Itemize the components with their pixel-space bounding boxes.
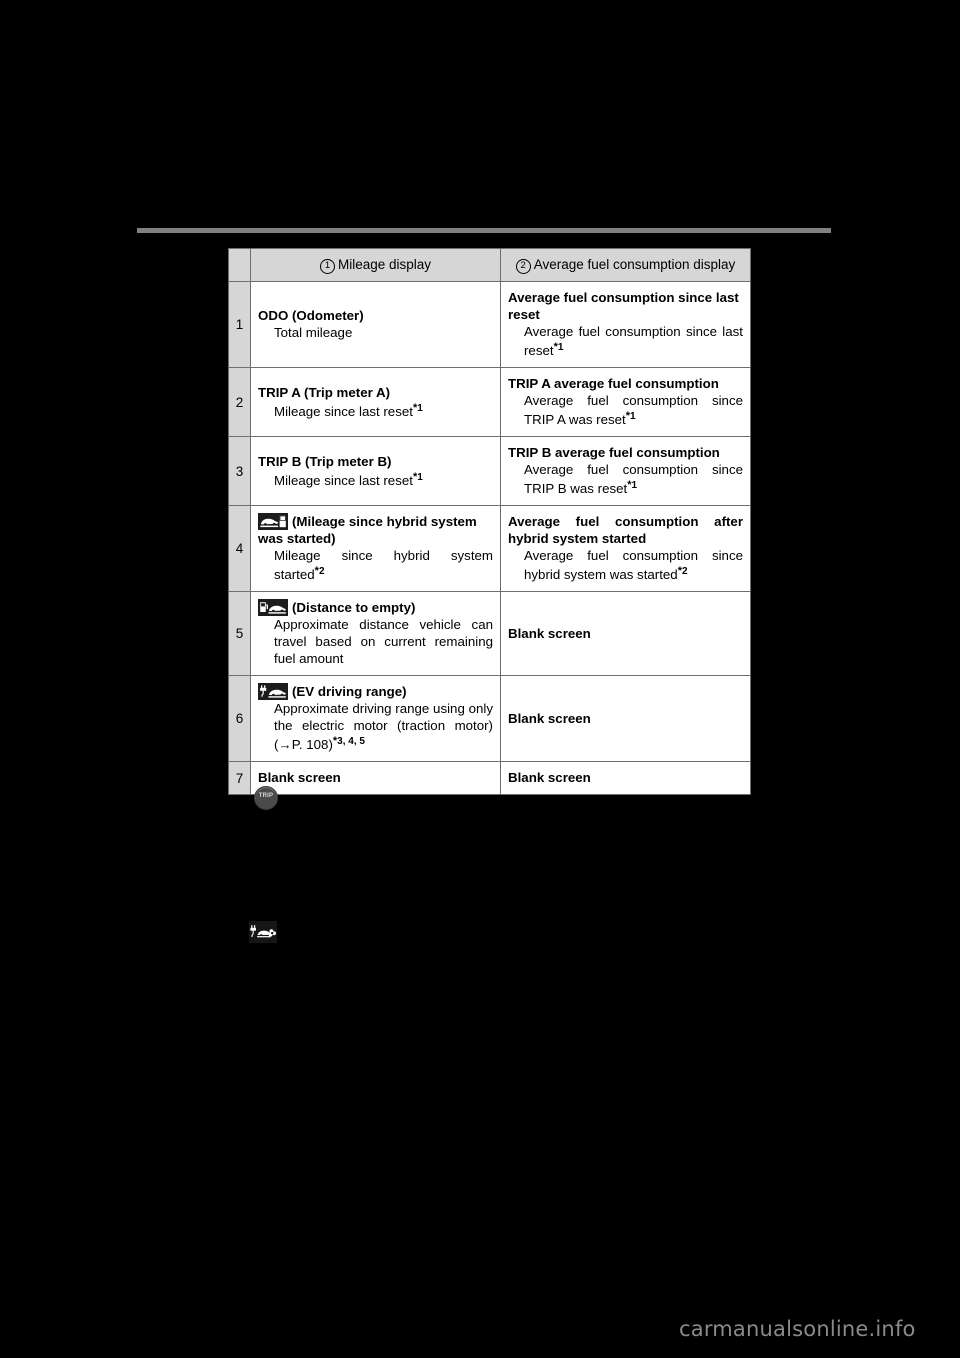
ev-plug-car-icon [258, 683, 288, 701]
row-3-fuel-desc: Average fuel consumption since TRIP B wa… [524, 462, 743, 497]
footnote-marker: *1 [412, 401, 423, 414]
row-6-fuel-cell: Blank screen [500, 675, 751, 763]
row-2-mileage-title: TRIP A (Trip meter A) [258, 384, 391, 400]
row-2-fuel-cell: TRIP A average fuel consumption Average … [500, 367, 751, 438]
footnote-marker: *1 [625, 410, 636, 423]
row-1-mileage-cell: ODO (Odometer) Total mileage [250, 280, 501, 369]
row-3-fuel-cell: TRIP B average fuel consumption Average … [500, 436, 751, 507]
row-7-fuel-cell: Blank screen [500, 761, 751, 796]
trip-button-label: TRIP [258, 793, 274, 799]
footnote-marker: *1 [412, 470, 423, 483]
footnote-marker: *1 [553, 341, 564, 354]
row-6-mileage-title: (EV driving range) [258, 683, 493, 701]
row-number: 5 [228, 591, 251, 677]
row-1-fuel-desc: Average fuel consumption since last rese… [524, 324, 743, 359]
table-header-row: 1 Mileage display 2 Average fuel consumpti… [228, 248, 751, 282]
row-4-mileage-desc: Mileage since hybrid system started*2 [274, 548, 493, 583]
footnote-marker: *2 [314, 565, 325, 578]
row-5-mileage-desc: Approximate distance vehicle can travel … [274, 617, 493, 667]
row-number: 1 [228, 280, 251, 369]
footer-watermark: carmanualsonline.info [679, 1317, 916, 1341]
row-4-mileage-cell: (Mileage since hybrid system was started… [250, 505, 501, 593]
table-row: 3 TRIP B (Trip meter B) Mileage since la… [228, 436, 751, 507]
table-row: 4 (Mileage since hybrid system was start… [228, 505, 751, 593]
row-6-fuel-title: Blank screen [508, 710, 591, 726]
row-2-mileage-cell: TRIP A (Trip meter A) Mileage since last… [250, 367, 501, 438]
row-4-fuel-title: Average fuel consumption after hybrid sy… [508, 514, 743, 547]
row-3-mileage-title: TRIP B (Trip meter B) [258, 453, 392, 469]
footnote-marker: *2 [677, 565, 688, 578]
row-5-fuel-cell: Blank screen [500, 591, 751, 677]
ev-plug-car-wheel-icon [249, 921, 277, 943]
fuel-pump-car-icon [258, 599, 288, 617]
car-mileage-icon [258, 513, 288, 531]
row-6-mileage-desc: Approximate driving range using only the… [274, 701, 493, 753]
footnote-marker: *1 [627, 479, 638, 492]
row-3-mileage-desc: Mileage since last reset*1 [274, 470, 423, 488]
table-row: 6 (EV driving range) Approximate driving… [228, 675, 751, 763]
table-row: 5 (Distance to empty) Approximate distan… [228, 591, 751, 677]
table-row: 7 Blank screen Blank screen [228, 761, 751, 796]
row-1-mileage-desc: Total mileage [274, 325, 353, 341]
circled-number-1: 1 [319, 258, 335, 274]
footnote-marker: *3, 4, 5 [332, 735, 365, 748]
row-5-mileage-cell: (Distance to empty) Approximate distance… [250, 591, 501, 677]
row-2-fuel-desc: Average fuel consumption since TRIP A wa… [524, 393, 743, 428]
row-5-fuel-title: Blank screen [508, 625, 591, 641]
row-3-fuel-title: TRIP B average fuel consumption [508, 445, 720, 461]
row-7-mileage-title: Blank screen [258, 770, 341, 786]
header-avg-fuel-label: Average fuel consumption display [533, 256, 736, 272]
manual-page: 1 Mileage display 2 Average fuel consumpti… [0, 0, 960, 1358]
trip-button-icon: TRIP [254, 786, 278, 810]
row-number: 2 [228, 367, 251, 438]
row-6-mileage-cell: (EV driving range) Approximate driving r… [250, 675, 501, 763]
header-avg-fuel-display: 2 Average fuel consumption display [500, 248, 751, 282]
row-number: 6 [228, 675, 251, 763]
page-header-rule [137, 228, 831, 233]
table-row: 1 ODO (Odometer) Total mileage Average f… [228, 280, 751, 369]
header-index-cell [228, 248, 251, 282]
row-7-mileage-cell: Blank screen [250, 761, 501, 796]
header-mileage-label: Mileage display [337, 256, 432, 272]
row-1-fuel-title: Average fuel consumption since last rese… [508, 290, 739, 323]
row-1-fuel-cell: Average fuel consumption since last rese… [500, 280, 751, 369]
row-number: 3 [228, 436, 251, 507]
row-2-fuel-title: TRIP A average fuel consumption [508, 376, 719, 392]
row-4-mileage-title: (Mileage since hybrid system was started… [258, 513, 477, 547]
header-mileage-display: 1 Mileage display [250, 248, 501, 282]
row-4-fuel-cell: Average fuel consumption after hybrid sy… [500, 505, 751, 593]
row-1-mileage-title: ODO (Odometer) [258, 308, 364, 324]
display-modes-table: 1 Mileage display 2 Average fuel consumpti… [228, 248, 751, 796]
row-7-fuel-title: Blank screen [508, 770, 591, 786]
row-2-mileage-desc: Mileage since last reset*1 [274, 401, 423, 419]
row-5-mileage-title: (Distance to empty) [258, 599, 493, 617]
row-3-mileage-cell: TRIP B (Trip meter B) Mileage since last… [250, 436, 501, 507]
row-4-fuel-desc: Average fuel consumption since hybrid sy… [524, 548, 743, 583]
circled-number-2: 2 [515, 258, 531, 274]
row-number: 7 [228, 761, 251, 796]
table-row: 2 TRIP A (Trip meter A) Mileage since la… [228, 367, 751, 438]
row-number: 4 [228, 505, 251, 593]
